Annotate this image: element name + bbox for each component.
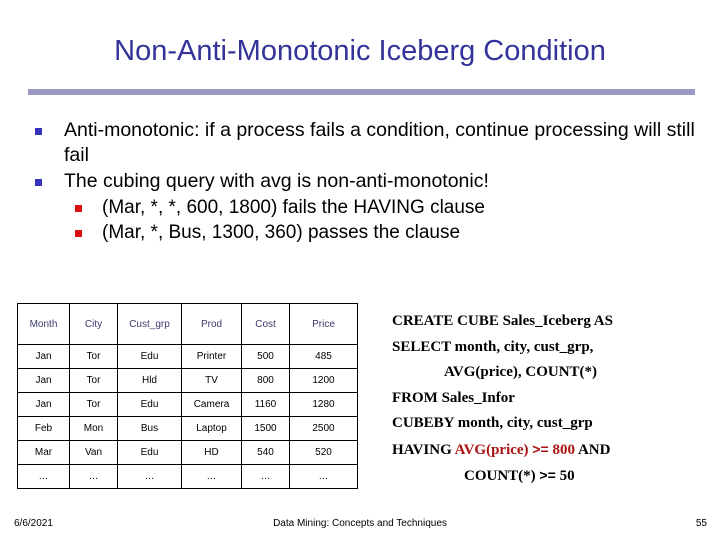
bullet-list: Anti-monotonic: if a process fails a con… xyxy=(28,118,698,245)
sub-bullet-text: (Mar, *, *, 600, 1800) fails the HAVING … xyxy=(102,197,485,218)
square-bullet-icon xyxy=(75,230,82,237)
sql-having-keyword: HAVING xyxy=(392,441,455,458)
cell-month: Jan xyxy=(17,344,70,369)
cell-month: Mar xyxy=(17,440,70,465)
sql-line-count: COUNT(*) >= 50 xyxy=(392,463,700,490)
cell-city: Tor xyxy=(69,344,118,369)
page-title: Non-Anti-Monotonic Iceberg Condition xyxy=(114,35,606,67)
sql-having-expr: AVG(price) xyxy=(454,441,533,458)
sub-bullet-text: (Mar, *, Bus, 1300, 360) passes the clau… xyxy=(102,222,461,243)
cell-prod: HD xyxy=(181,440,242,465)
cell-custgrp: Edu xyxy=(117,440,182,465)
sql-count-operator: >= xyxy=(539,467,560,483)
table-row-ellipsis: … … … … … … xyxy=(17,464,358,489)
column-header-custgrp: Cust_grp xyxy=(117,303,182,345)
cell-prod: Laptop xyxy=(181,416,242,441)
footer-page-number: 55 xyxy=(695,518,707,529)
cell-price: 2500 xyxy=(289,416,358,441)
cell-custgrp: Edu xyxy=(117,344,182,369)
bullet-text: The cubing query with avg is non-anti-mo… xyxy=(64,170,489,192)
sql-line-select: SELECT month, city, cust_grp, xyxy=(392,338,594,355)
square-bullet-icon xyxy=(75,205,82,212)
sql-having-value: 800 xyxy=(552,441,576,458)
sql-count-expr: COUNT(*) xyxy=(464,468,540,484)
column-header-month: Month xyxy=(17,303,70,345)
sql-having-suffix: AND xyxy=(575,441,611,458)
table-row: Feb Mon Bus Laptop 1500 2500 xyxy=(17,416,358,441)
cell-price: 1200 xyxy=(289,368,358,393)
table-row: Mar Van Edu HD 540 520 xyxy=(17,440,358,465)
square-bullet-icon xyxy=(35,179,42,186)
sales-fact-table: Month City Cust_grp Prod Cost Price Jan … xyxy=(17,303,358,489)
column-header-price: Price xyxy=(289,303,358,345)
cell-cost: 800 xyxy=(241,368,290,393)
cell-prod: Printer xyxy=(181,344,242,369)
cell-price: 520 xyxy=(289,440,358,465)
cell-month: … xyxy=(17,464,70,489)
bullet-item-2: The cubing query with avg is non-anti-mo… xyxy=(28,169,698,194)
title-divider xyxy=(28,89,695,95)
sql-line-create: CREATE CUBE Sales_Iceberg AS xyxy=(392,313,613,329)
cell-city: Van xyxy=(69,440,118,465)
square-bullet-icon xyxy=(35,128,42,135)
sub-bullet-item-2: (Mar, *, Bus, 1300, 360) passes the clau… xyxy=(66,220,698,245)
cell-prod: TV xyxy=(181,368,242,393)
cell-cost: 1160 xyxy=(241,392,290,417)
cell-price: … xyxy=(289,464,358,489)
cell-month: Feb xyxy=(17,416,70,441)
footer-title: Data Mining: Concepts and Techniques xyxy=(273,518,447,529)
sql-query-block: CREATE CUBE Sales_Iceberg AS SELECT mont… xyxy=(392,309,700,490)
column-header-prod: Prod xyxy=(181,303,242,345)
sql-line-select-aggs: AVG(price), COUNT(*) xyxy=(444,364,598,380)
cell-cost: … xyxy=(241,464,290,489)
cell-price: 1280 xyxy=(289,392,358,417)
sql-line-having: HAVING AVG(price) >= 800 AND xyxy=(392,437,700,464)
cell-custgrp: … xyxy=(117,464,182,489)
cell-cost: 500 xyxy=(241,344,290,369)
table-row: Jan Tor Edu Camera 1160 1280 xyxy=(17,392,358,417)
table-row: Jan Tor Edu Printer 500 485 xyxy=(17,344,358,369)
sql-line-from: FROM Sales_Infor xyxy=(392,389,515,406)
sub-bullet-item-1: (Mar, *, *, 600, 1800) fails the HAVING … xyxy=(66,195,698,220)
cell-cost: 1500 xyxy=(241,416,290,441)
cell-city: Tor xyxy=(69,368,118,393)
cell-price: 485 xyxy=(289,344,358,369)
column-header-cost: Cost xyxy=(241,303,290,345)
bullet-item-1: Anti-monotonic: if a process fails a con… xyxy=(28,118,698,168)
sub-bullet-group: (Mar, *, *, 600, 1800) fails the HAVING … xyxy=(66,195,698,245)
cell-custgrp: Hld xyxy=(117,368,182,393)
cell-prod: … xyxy=(181,464,242,489)
bullet-text: Anti-monotonic: if a process fails a con… xyxy=(64,119,695,166)
sql-having-operator: >= xyxy=(532,440,553,457)
sql-count-value: 50 xyxy=(559,468,575,484)
cell-custgrp: Edu xyxy=(117,392,182,417)
cell-custgrp: Bus xyxy=(117,416,182,441)
sql-line-cubeby: CUBEBY month, city, cust_grp xyxy=(392,415,593,431)
table-header-row: Month City Cust_grp Prod Cost Price xyxy=(17,303,358,345)
column-header-city: City xyxy=(69,303,118,345)
cell-city: … xyxy=(69,464,118,489)
cell-cost: 540 xyxy=(241,440,290,465)
cell-month: Jan xyxy=(17,392,70,417)
table-row: Jan Tor Hld TV 800 1200 xyxy=(17,368,358,393)
cell-month: Jan xyxy=(17,368,70,393)
cell-prod: Camera xyxy=(181,392,242,417)
cell-city: Mon xyxy=(69,416,118,441)
cell-city: Tor xyxy=(69,392,118,417)
